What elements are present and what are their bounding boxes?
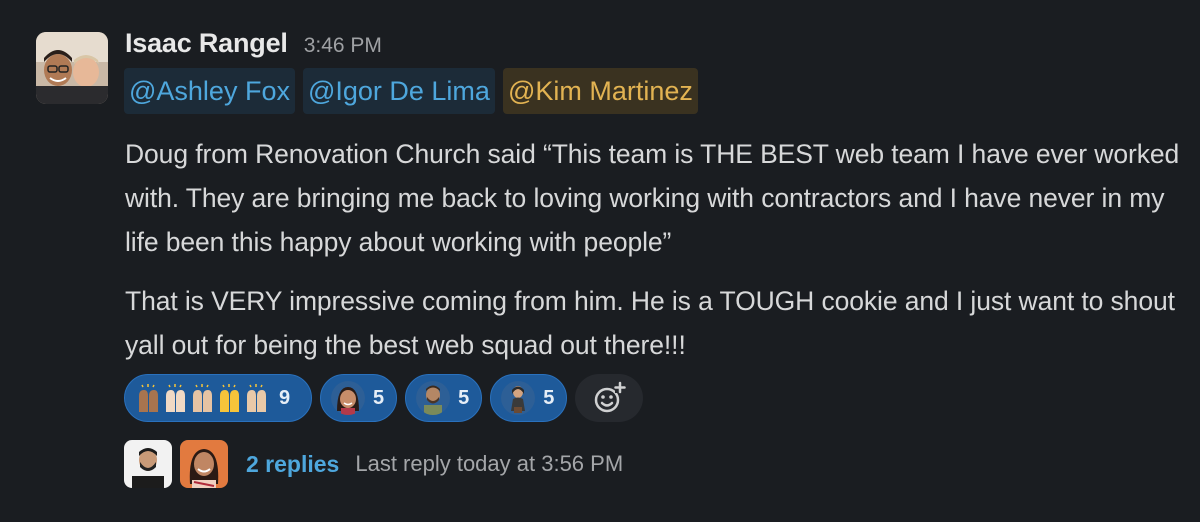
mention-igor-de-lima[interactable]: @Igor De Lima xyxy=(302,68,495,114)
replier-avatar-1 xyxy=(124,440,172,488)
message-paragraph-2: That is VERY impressive coming from him.… xyxy=(125,286,1175,360)
mention-ashley-fox[interactable]: @Ashley Fox xyxy=(124,68,295,114)
last-reply-time: Last reply today at 3:56 PM xyxy=(355,451,624,476)
message-paragraph-1: Doug from Renovation Church said “This t… xyxy=(125,139,1180,257)
add-reaction-button[interactable] xyxy=(575,374,644,422)
raised-hands-emoji-icon xyxy=(135,382,271,414)
sender-avatar[interactable] xyxy=(36,32,108,104)
replier-avatar-2 xyxy=(180,440,228,488)
person-emoji-icon xyxy=(501,381,536,415)
sender-name[interactable]: Isaac Rangel xyxy=(125,28,288,59)
reaction-count: 5 xyxy=(543,386,555,409)
reaction-raised-hands[interactable]: 9 xyxy=(124,374,312,422)
reaction-custom-face-1[interactable]: 5 xyxy=(320,374,398,422)
thread-summary[interactable]: 2 replies Last reply today at 3:56 PM xyxy=(124,440,623,488)
reactions-bar: 9 5 5 5 xyxy=(124,374,644,422)
reaction-custom-face-2[interactable]: 5 xyxy=(405,374,483,422)
woman-face-emoji-icon xyxy=(331,381,365,415)
mentions-row: @Ashley Fox @Igor De Lima @Kim Martinez xyxy=(124,68,698,114)
replies-link[interactable]: 2 replies xyxy=(246,451,339,478)
reaction-count: 5 xyxy=(458,386,470,409)
timestamp[interactable]: 3:46 PM xyxy=(304,34,382,58)
reaction-count: 9 xyxy=(279,386,291,409)
man-face-emoji-icon xyxy=(416,381,451,415)
mention-kim-martinez[interactable]: @Kim Martinez xyxy=(502,68,698,114)
add-emoji-icon xyxy=(595,381,627,413)
reaction-count: 5 xyxy=(373,386,385,409)
message-header: Isaac Rangel 3:46 PM xyxy=(125,28,382,68)
reaction-custom-face-3[interactable]: 5 xyxy=(490,374,568,422)
message: Isaac Rangel 3:46 PM @Ashley Fox @Igor D… xyxy=(0,0,1200,522)
